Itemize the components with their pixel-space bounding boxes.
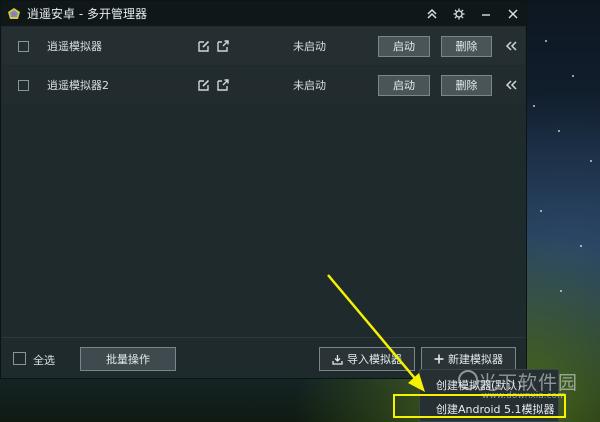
minimize-icon[interactable] [472,1,499,26]
title-controls [418,1,526,26]
open-external-icon[interactable] [216,78,230,92]
import-icon [332,354,343,365]
row-checkbox[interactable] [18,79,29,91]
batch-operations-button[interactable]: 批量操作 [80,347,176,371]
new-emulator-label: 新建模拟器 [448,353,503,366]
emulator-status: 未启动 [293,79,326,92]
close-icon[interactable] [499,1,526,26]
import-emulator-button[interactable]: 导入模拟器 [319,347,415,371]
watermark-logo-icon [458,370,478,390]
emulator-row: 逍遥模拟器 未启动 启动 删除 [2,27,525,65]
collapse-left-icon[interactable] [505,80,519,90]
delete-button[interactable]: 删除 [441,35,492,57]
plus-icon [434,354,444,364]
highlight-box [393,394,566,418]
edit-icon[interactable] [197,39,211,53]
emulator-status: 未启动 [293,40,326,53]
emulator-row: 逍遥模拟器2 未启动 启动 删除 [2,66,525,104]
footer-divider [2,337,525,338]
emulator-name: 逍遥模拟器 [47,40,102,53]
start-button[interactable]: 启动 [378,74,430,96]
start-button[interactable]: 启动 [378,35,430,57]
window-title: 逍遥安卓 - 多开管理器 [27,7,147,21]
open-external-icon[interactable] [216,39,230,53]
row-checkbox[interactable] [18,40,29,52]
collapse-left-icon[interactable] [505,41,519,51]
collapse-up-icon[interactable] [418,1,445,26]
titlebar: 逍遥安卓 - 多开管理器 [1,1,526,26]
multi-instance-manager-window: 逍遥安卓 - 多开管理器 逍遥模拟器 未启动 启动 删除 逍遥模拟器2 未启动 … [0,0,527,379]
import-emulator-label: 导入模拟器 [347,353,402,366]
edit-icon[interactable] [197,78,211,92]
select-all-label: 全选 [33,354,55,367]
emulator-name: 逍遥模拟器2 [47,79,109,92]
delete-button[interactable]: 删除 [441,74,492,96]
select-all-checkbox[interactable] [13,352,26,365]
settings-gear-icon[interactable] [445,1,472,26]
app-logo-icon [8,7,20,19]
